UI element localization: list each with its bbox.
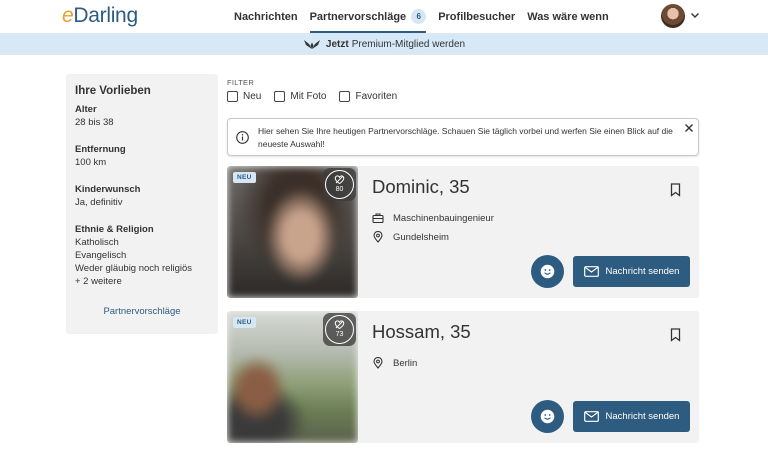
briefcase-icon bbox=[372, 213, 384, 224]
smiley-icon bbox=[540, 409, 555, 424]
edarling-logo[interactable]: eDarling bbox=[62, 4, 138, 28]
pref-age: Alter 28 bis 38 bbox=[75, 104, 114, 128]
premium-wings-icon bbox=[303, 39, 320, 49]
bookmark-icon[interactable] bbox=[670, 183, 681, 197]
filter-title: FILTER bbox=[227, 78, 255, 87]
preferences-title: Ihre Vorlieben bbox=[75, 85, 151, 97]
checkbox-box[interactable] bbox=[339, 91, 351, 102]
profile-photo[interactable]: NEU 73 bbox=[227, 311, 358, 443]
match-score: 80 bbox=[323, 168, 356, 201]
profile-location: Berlin bbox=[372, 357, 417, 369]
preferences-panel: Ihre Vorlieben Alter 28 bis 38 Entfernun… bbox=[66, 74, 218, 334]
location-pin-icon bbox=[373, 357, 383, 369]
profile-card[interactable]: NEU 73 Hossam, 35 Berlin Nachricht sende… bbox=[227, 311, 699, 443]
profile-name[interactable]: Hossam, 35 bbox=[372, 321, 471, 343]
envelope-icon bbox=[583, 266, 599, 277]
matching-heart-icon bbox=[334, 319, 345, 329]
filter-favorites-checkbox[interactable]: Favoriten bbox=[339, 91, 397, 102]
smile-button[interactable] bbox=[531, 400, 564, 433]
nav-partner-suggestions[interactable]: Partnervorschläge 6 bbox=[304, 0, 433, 33]
info-text: Hier sehen Sie Ihre heutigen Partnervors… bbox=[258, 126, 673, 149]
smiley-icon bbox=[540, 264, 555, 279]
top-header: eDarling Nachrichten Partnervorschläge 6 … bbox=[0, 0, 768, 33]
checkbox-box[interactable] bbox=[227, 91, 238, 102]
matching-heart-icon bbox=[334, 174, 345, 184]
premium-banner[interactable]: Jetzt Premium-Mitglied werden bbox=[0, 33, 768, 55]
chevron-down-icon[interactable] bbox=[690, 10, 700, 20]
bookmark-icon[interactable] bbox=[670, 328, 681, 342]
filter-new-checkbox[interactable]: Neu bbox=[227, 91, 261, 102]
send-message-button[interactable]: Nachricht senden bbox=[573, 256, 690, 287]
filter-with-photo-checkbox[interactable]: Mit Foto bbox=[274, 91, 326, 102]
close-icon[interactable] bbox=[684, 123, 694, 133]
nav-profile-visitors[interactable]: Profilbesucher bbox=[432, 0, 521, 33]
new-badge: NEU bbox=[233, 317, 256, 328]
checkbox-box[interactable] bbox=[274, 91, 286, 102]
profile-photo[interactable]: NEU 80 bbox=[227, 166, 358, 298]
info-notice: Hier sehen Sie Ihre heutigen Partnervors… bbox=[227, 118, 699, 156]
nav-messages[interactable]: Nachrichten bbox=[228, 0, 304, 33]
send-message-button[interactable]: Nachricht senden bbox=[573, 401, 690, 432]
pref-children: Kinderwunsch Ja, definitiv bbox=[75, 184, 141, 208]
profile-name[interactable]: Dominic, 35 bbox=[372, 176, 470, 198]
nav-what-if[interactable]: Was wäre wenn bbox=[521, 0, 615, 33]
new-badge: NEU bbox=[233, 172, 256, 183]
info-icon bbox=[236, 131, 249, 144]
main-nav: Nachrichten Partnervorschläge 6 Profilbes… bbox=[228, 0, 615, 33]
profile-job: Maschinenbauingenieur bbox=[372, 212, 494, 224]
smile-button[interactable] bbox=[531, 255, 564, 288]
suggestions-count-badge: 6 bbox=[411, 9, 427, 24]
profile-card[interactable]: NEU 80 Dominic, 35 Maschinenbauingenieur… bbox=[227, 166, 699, 298]
match-score: 73 bbox=[323, 313, 356, 346]
pref-religion: Ethnie & Religion Katholisch Evangelisch… bbox=[75, 224, 193, 287]
pref-distance: Entfernung 100 km bbox=[75, 144, 126, 168]
profile-location: Gundelsheim bbox=[372, 231, 449, 243]
filter-options: Neu Mit Foto Favoriten bbox=[227, 91, 410, 102]
envelope-icon bbox=[583, 411, 599, 422]
location-pin-icon bbox=[373, 231, 383, 243]
partner-suggestions-link[interactable]: Partnervorschläge bbox=[66, 306, 218, 317]
avatar[interactable] bbox=[661, 4, 685, 28]
